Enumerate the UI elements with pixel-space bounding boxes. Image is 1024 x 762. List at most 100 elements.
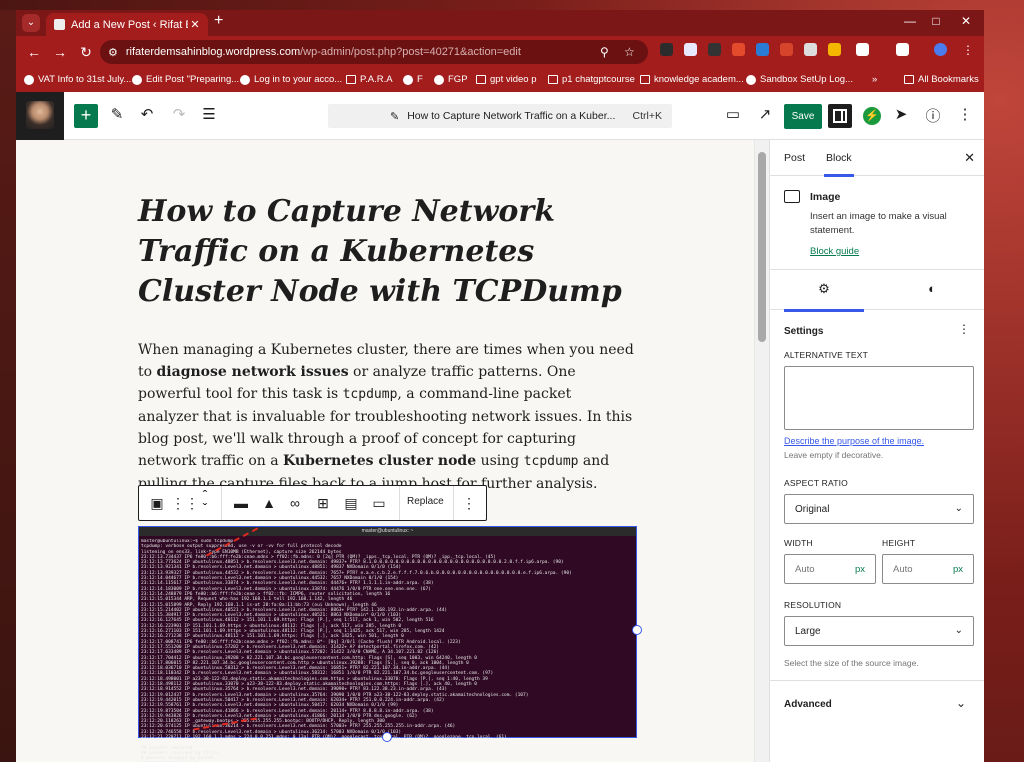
bookmark-folder[interactable]: p1 chatgptcourse	[548, 74, 635, 85]
alt-text-label: ALTERNATIVE TEXT	[784, 350, 868, 360]
minimize-icon[interactable]: —	[898, 14, 922, 28]
address-bar[interactable]: ⚙ rifaterdemsahinblog.wordpress.com /wp-…	[100, 40, 648, 64]
desktop-preview-icon[interactable]: ▭	[722, 105, 744, 123]
pencil-icon[interactable]: ✎	[106, 105, 128, 123]
aspect-ratio-select[interactable]: Original ⌄	[784, 494, 974, 524]
bookmark-folder[interactable]: gpt video p	[476, 74, 536, 85]
bookmark-item[interactable]: FGP	[434, 74, 468, 85]
extension-icon[interactable]	[828, 43, 841, 56]
redo-icon[interactable]: ↷	[168, 105, 190, 123]
bookmark-item[interactable]: VAT Info to 31st July...	[24, 74, 131, 85]
width-field[interactable]: Auto px	[784, 554, 876, 584]
alt-text-field[interactable]	[784, 366, 974, 430]
maximize-icon[interactable]: □	[924, 14, 948, 28]
reload-icon[interactable]: ↻	[74, 44, 98, 61]
contrast-icon[interactable]: ◐	[922, 281, 942, 296]
resolution-value: Large	[795, 626, 821, 637]
extensions-puzzle-icon[interactable]	[856, 43, 869, 56]
site-settings-icon[interactable]: ⚙	[108, 46, 118, 59]
zoom-icon[interactable]: ⚲	[600, 45, 609, 59]
post-title[interactable]: How to Capture Network Traffic on a Kube…	[138, 192, 628, 312]
tab-block[interactable]: Block	[824, 152, 854, 177]
paragraph-segment: using	[476, 453, 524, 469]
more-options-icon[interactable]: ⋮	[459, 495, 479, 512]
settings-toggle-icon[interactable]	[828, 104, 852, 128]
extension-icon[interactable]	[708, 43, 721, 56]
bookmark-item[interactable]: F	[403, 74, 423, 85]
panel-options-icon[interactable]: ⋮	[958, 322, 970, 336]
site-icon[interactable]	[16, 92, 64, 140]
forward-icon[interactable]: →	[48, 44, 72, 60]
block-guide-link[interactable]: Block guide	[810, 246, 859, 257]
bookmark-item[interactable]: Sandbox SetUp Log...	[746, 74, 853, 85]
star-icon[interactable]: ☆	[624, 45, 635, 59]
close-tab-icon[interactable]: ✕	[188, 18, 202, 31]
send-icon[interactable]: ➤	[890, 105, 912, 123]
screenshot-icon[interactable]	[896, 43, 909, 56]
block-card: Image Insert an image to make a visual s…	[770, 176, 984, 270]
bookmark-item[interactable]: Log in to your acco...	[240, 74, 342, 85]
save-button[interactable]: Save	[784, 104, 822, 129]
browser-toolbar: ← → ↻ ⚙ rifaterdemsahinblog.wordpress.co…	[16, 36, 984, 68]
height-unit[interactable]: px	[953, 564, 963, 575]
alt-text-help-link[interactable]: Describe the purpose of the image.	[784, 436, 924, 446]
back-icon[interactable]: ←	[22, 44, 46, 60]
all-bookmarks[interactable]: All Bookmarks	[904, 74, 979, 85]
scrollbar-thumb[interactable]	[758, 152, 766, 342]
post-paragraph[interactable]: When managing a Kubernetes cluster, ther…	[138, 339, 636, 493]
extension-icon[interactable]	[756, 43, 769, 56]
help-icon[interactable]: ⓘ	[922, 105, 944, 126]
menu-icon[interactable]: ⋮	[962, 43, 974, 57]
text-overlay-icon[interactable]: ▤	[341, 495, 361, 512]
tab-strip: ⌄ Add a New Post ‹ Rifat Erdem S ✕ + — □…	[16, 10, 984, 36]
drag-handle-icon[interactable]: ⋮⋮	[171, 495, 199, 512]
crop-icon[interactable]: ⊞	[313, 495, 333, 512]
align-icon[interactable]: ▬	[231, 495, 251, 511]
close-icon[interactable]: ✕	[964, 150, 975, 166]
image-icon[interactable]: ▣	[147, 495, 167, 512]
editor-scrollbar[interactable]	[754, 140, 769, 762]
close-window-icon[interactable]: ✕	[954, 14, 978, 28]
extension-icon[interactable]	[732, 43, 745, 56]
jetpack-icon[interactable]: ⚡	[863, 107, 881, 125]
bookmark-folder[interactable]: knowledge academ...	[640, 74, 744, 85]
link-icon[interactable]: ∞	[285, 495, 305, 511]
gear-icon[interactable]: ⚙	[784, 281, 864, 312]
extension-icon[interactable]	[804, 43, 817, 56]
width-unit[interactable]: px	[855, 564, 865, 575]
resize-handle-bottom[interactable]	[382, 732, 392, 742]
settings-sidebar: Post Block ✕ Image Insert an image to ma…	[769, 140, 984, 762]
resize-handle-right[interactable]	[632, 625, 642, 635]
external-view-icon[interactable]: ↗	[754, 105, 776, 123]
add-block-icon[interactable]: +	[74, 104, 98, 128]
undo-icon[interactable]: ↶	[136, 105, 158, 123]
profile-icon[interactable]	[934, 43, 947, 56]
resolution-label: RESOLUTION	[784, 600, 842, 610]
resolution-select[interactable]: Large ⌄	[784, 616, 974, 646]
document-overview-icon[interactable]: ☰	[198, 105, 220, 123]
new-tab-button[interactable]: +	[214, 12, 223, 30]
tab-active[interactable]: Add a New Post ‹ Rifat Erdem S ✕	[46, 13, 208, 36]
bookmark-folder[interactable]: P.A.R.A	[346, 74, 393, 85]
tab-search-icon[interactable]: ⌄	[22, 14, 40, 32]
bookmarks-overflow[interactable]: »	[872, 74, 877, 85]
tab-post[interactable]: Post	[784, 152, 805, 164]
advanced-panel-toggle[interactable]: Advanced	[784, 699, 832, 710]
replace-button[interactable]: Replace	[407, 496, 444, 507]
image-block[interactable]: master@ubuntulinux: ~ master@ubuntulinux…	[138, 526, 637, 762]
block-description: Insert an image to make a visual stateme…	[810, 211, 947, 236]
command-palette[interactable]: ✎ How to Capture Network Traffic on a Ku…	[328, 104, 672, 128]
caption-icon[interactable]: ▭	[369, 495, 389, 512]
extension-icon[interactable]	[684, 43, 697, 56]
bookmark-item[interactable]: Edit Post "Preparing...	[132, 74, 239, 85]
height-field[interactable]: Auto px	[882, 554, 974, 584]
move-up-down-icon[interactable]: ˆˇ	[195, 488, 215, 515]
options-icon[interactable]: ⋮	[954, 105, 976, 123]
url-host: rifaterdemsahinblog.wordpress.com	[125, 46, 301, 58]
extension-icon[interactable]	[780, 43, 793, 56]
duotone-icon[interactable]: ▲	[259, 495, 279, 511]
chevron-down-icon[interactable]: ⌄	[956, 696, 966, 710]
avatar	[26, 101, 54, 129]
width-label: WIDTH	[784, 538, 813, 548]
extension-icon[interactable]	[660, 43, 673, 56]
